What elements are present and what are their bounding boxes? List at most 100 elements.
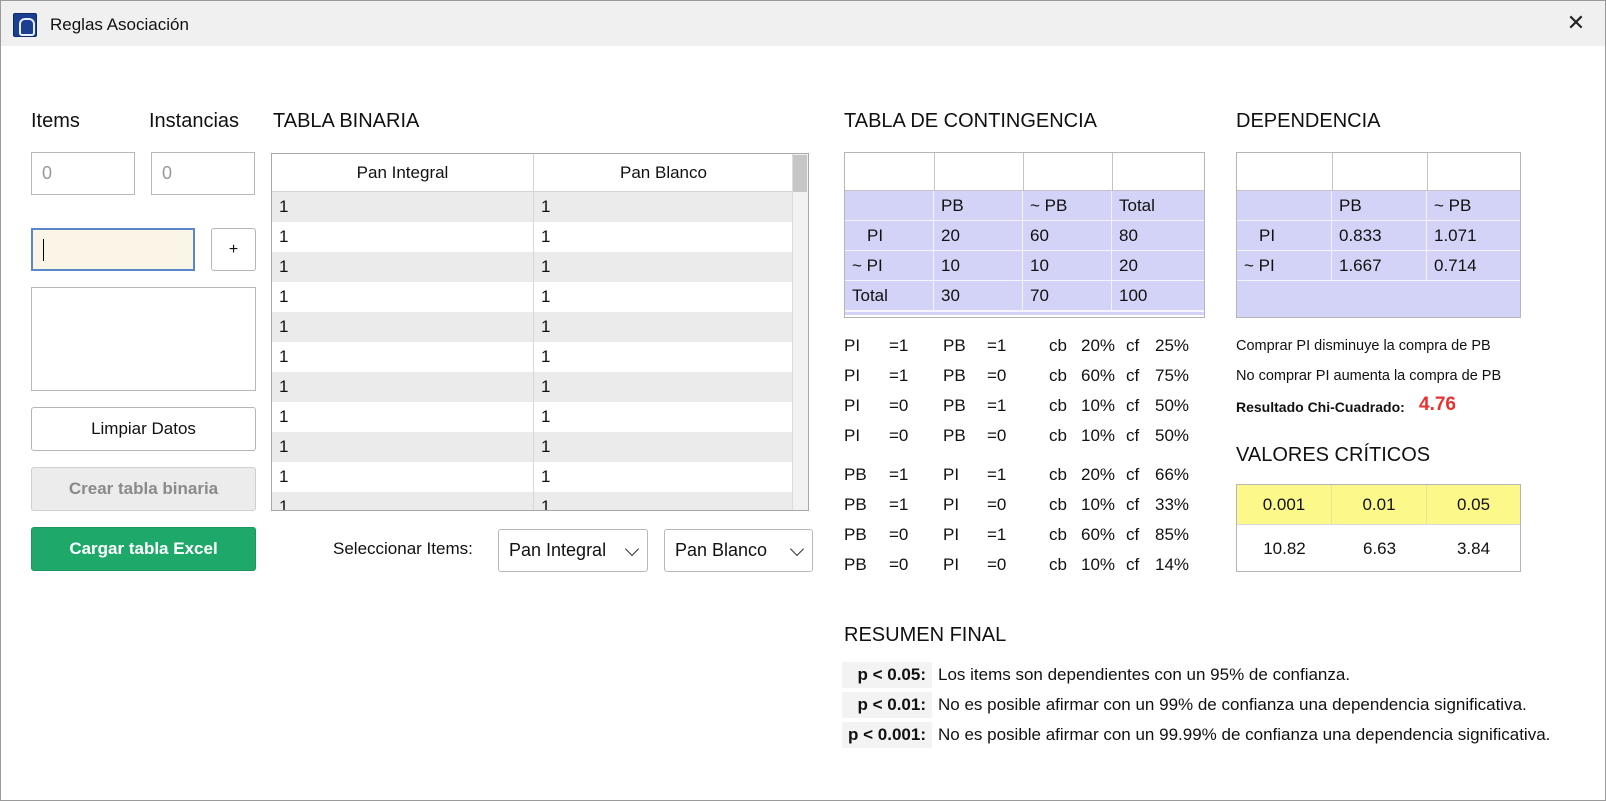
rule-token: PI: [943, 495, 960, 514]
column-header: PB: [934, 191, 1023, 221]
table-row[interactable]: 11: [272, 462, 808, 492]
table-cell[interactable]: 1: [272, 312, 534, 342]
summary-text: No es posible afirmar con un 99.99% de c…: [938, 725, 1551, 744]
close-icon[interactable]: ✕: [1561, 9, 1591, 39]
table-cell[interactable]: 1: [534, 432, 793, 462]
rule-row: PI =1 PB =0 cb 60% cf 75%: [844, 361, 1204, 391]
item-select-1-value: Pan Integral: [509, 540, 607, 560]
items-input[interactable]: 0: [31, 152, 135, 195]
critical-level: 0.001: [1237, 485, 1332, 525]
table-row[interactable]: 11: [272, 312, 808, 342]
table-row[interactable]: 11: [272, 432, 808, 462]
binary-table[interactable]: Pan Integral Pan Blanco 1111111111111111…: [271, 153, 809, 511]
item-select-2[interactable]: Pan Blanco: [664, 529, 813, 572]
chi-square-label: Resultado Chi-Cuadrado:: [1236, 399, 1405, 415]
load-excel-button[interactable]: Cargar tabla Excel: [31, 527, 256, 571]
column-header: [1237, 191, 1332, 221]
table-row[interactable]: 11: [272, 492, 808, 510]
table-cell: 20: [934, 221, 1023, 251]
rule-token: PB: [844, 555, 867, 574]
table-cell: 1.667: [1332, 251, 1427, 281]
rule-token: cf: [1126, 366, 1140, 385]
instancias-label: Instancias: [149, 110, 240, 132]
rule-token: PI: [943, 525, 960, 544]
rule-token: cb: [1049, 366, 1067, 385]
table-cell[interactable]: 1: [272, 492, 534, 510]
rule-token: =1: [987, 336, 1007, 355]
create-binary-table-button[interactable]: Crear tabla binaria: [31, 467, 256, 511]
rule-token: 10%: [1081, 396, 1116, 415]
rule-token: 85%: [1155, 525, 1190, 544]
summary-label: p < 0.05:: [842, 662, 932, 688]
table-cell[interactable]: 1: [272, 252, 534, 282]
rule-token: =0: [987, 495, 1007, 514]
column-header: [845, 191, 934, 221]
table-cell[interactable]: 1: [272, 372, 534, 402]
grid-line: [1112, 153, 1113, 191]
table-cell[interactable]: 1: [534, 402, 793, 432]
table-row[interactable]: 11: [272, 342, 808, 372]
table-cell: 20: [1112, 251, 1204, 281]
clear-data-button[interactable]: Limpiar Datos: [31, 407, 256, 451]
table-cell[interactable]: 1: [534, 252, 793, 282]
table-cell[interactable]: 1: [272, 432, 534, 462]
item-select-1[interactable]: Pan Integral: [498, 529, 648, 572]
critical-level: 0.01: [1332, 485, 1427, 525]
table-row[interactable]: 11: [272, 402, 808, 432]
table-row-empty: [1237, 153, 1520, 191]
table-cell[interactable]: 1: [272, 222, 534, 252]
column-header[interactable]: Pan Integral: [272, 154, 534, 191]
table-cell[interactable]: 1: [272, 192, 534, 222]
table-row[interactable]: 11: [272, 252, 808, 282]
table-cell: 70: [1023, 281, 1112, 311]
item-name-input[interactable]: [31, 228, 195, 271]
table-row[interactable]: 11: [272, 372, 808, 402]
rule-token: cf: [1126, 426, 1140, 445]
rule-token: =1: [987, 396, 1007, 415]
window-title: Reglas Asociación: [50, 15, 189, 34]
dependence-note-1: Comprar PI disminuye la compra de PB: [1236, 338, 1491, 354]
table-cell[interactable]: 1: [534, 282, 793, 312]
scrollbar-thumb[interactable]: [793, 155, 807, 192]
table-cell[interactable]: 1: [272, 282, 534, 312]
grid-line: [1023, 153, 1024, 191]
table-cell[interactable]: 1: [534, 222, 793, 252]
rule-token: 25%: [1155, 336, 1190, 355]
table-cell[interactable]: 1: [272, 342, 534, 372]
table-cell: 60: [1023, 221, 1112, 251]
table-cell[interactable]: 1: [534, 492, 793, 510]
table-cell[interactable]: 1: [534, 342, 793, 372]
rule-token: 20%: [1081, 336, 1116, 355]
rule-token: 50%: [1155, 396, 1190, 415]
table-cell[interactable]: 1: [534, 192, 793, 222]
title-bar: Reglas Asociación ✕: [1, 1, 1605, 46]
item-select-2-value: Pan Blanco: [675, 540, 768, 560]
table-cell: 10: [1023, 251, 1112, 281]
table-row[interactable]: 11: [272, 222, 808, 252]
summary-text: Los items son dependientes con un 95% de…: [938, 665, 1351, 684]
column-header[interactable]: Pan Blanco: [534, 154, 793, 191]
grid-line: [934, 153, 935, 191]
rule-token: 10%: [1081, 495, 1116, 514]
table-cell[interactable]: 1: [272, 402, 534, 432]
table-cell[interactable]: 1: [534, 462, 793, 492]
table-row[interactable]: 11: [272, 282, 808, 312]
instancias-input[interactable]: 0: [151, 152, 255, 195]
rule-token: PB: [844, 495, 867, 514]
table-cell: ~ PI: [845, 251, 934, 281]
add-item-button[interactable]: +: [211, 228, 256, 271]
rule-token: =1: [889, 336, 909, 355]
table-cell: PI: [1237, 221, 1332, 251]
table-cell[interactable]: 1: [534, 312, 793, 342]
rule-token: 60%: [1081, 366, 1116, 385]
chi-square-value: 4.76: [1419, 394, 1456, 415]
table-cell[interactable]: 1: [534, 372, 793, 402]
dependence-heading: DEPENDENCIA: [1236, 110, 1381, 132]
vertical-scrollbar[interactable]: [792, 154, 808, 510]
rule-token: PB: [943, 396, 966, 415]
summary-heading: RESUMEN FINAL: [844, 624, 1007, 646]
rule-token: cb: [1049, 465, 1067, 484]
table-row[interactable]: 11: [272, 192, 808, 222]
items-list-box[interactable]: [31, 287, 256, 391]
table-cell[interactable]: 1: [272, 462, 534, 492]
